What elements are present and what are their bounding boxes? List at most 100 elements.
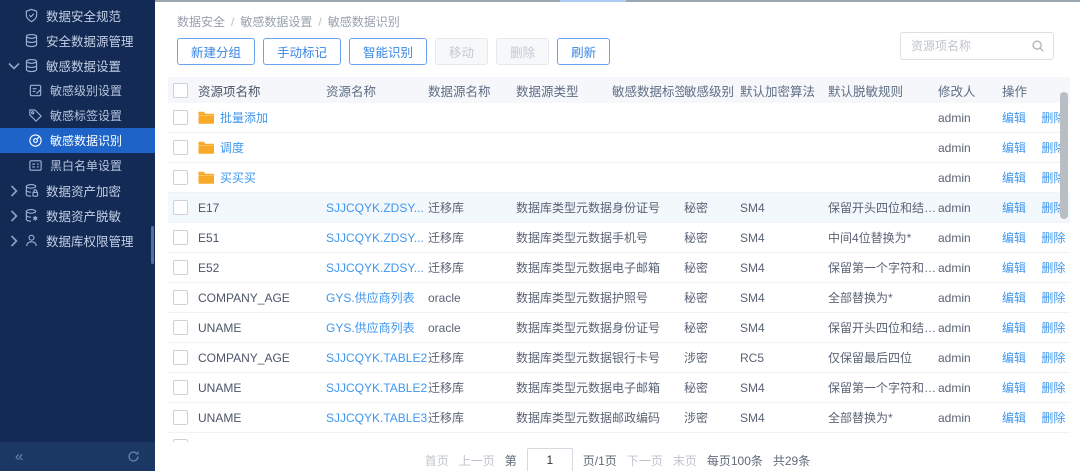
sidebar-item-data-asset-encrypt[interactable]: 数据资产加密 (0, 178, 155, 203)
row-checkbox[interactable] (173, 290, 188, 305)
sidebar-item-sensitive-level-settings[interactable]: 敏感级别设置 (0, 78, 155, 103)
sidebar-item-sensitive-tag-settings[interactable]: 敏感标签设置 (0, 103, 155, 128)
resource-item-name-cell: E51 (198, 231, 326, 245)
row-checkbox[interactable] (173, 350, 188, 365)
edit-link[interactable]: 编辑 (1002, 231, 1026, 245)
sidebar-nav: 数据安全规范 安全数据源管理 敏感数据设置 敏感级别设置 敏感标签设置 (0, 0, 155, 253)
row-checkbox[interactable] (173, 320, 188, 335)
delete-link[interactable]: 删除 (1041, 351, 1065, 365)
table-row: E51 SJJCQYK.ZDSY... 迁移库 数据库类型元数据 手机号 秘密 … (168, 223, 1070, 253)
resource-item-name-cell: UNAME (198, 321, 326, 335)
row-checkbox[interactable] (173, 110, 188, 125)
edit-link[interactable]: 编辑 (1002, 381, 1026, 395)
edit-link[interactable]: 编辑 (1002, 291, 1026, 305)
edit-link[interactable]: 编辑 (1002, 201, 1026, 215)
folder-link[interactable]: 调度 (220, 139, 244, 156)
row-checkbox[interactable] (173, 140, 188, 155)
resource-name-link[interactable]: GYS.供应商列表 (326, 319, 428, 336)
sidebar-item-label: 数据资产加密 (46, 181, 121, 200)
sidebar-item-db-permission-mgmt[interactable]: 数据库权限管理 (0, 228, 155, 253)
breadcrumb-separator: / (318, 15, 321, 29)
edit-link[interactable]: 编辑 (1002, 411, 1026, 425)
sidebar-item-label: 数据资产脱敏 (46, 206, 121, 225)
table-body: 批量添加 admin 编辑 删除 调度 admin (168, 103, 1070, 433)
collapse-sidebar-button[interactable]: « (15, 449, 23, 464)
resource-name-link[interactable]: SJJCQYK.ZDSY... (326, 261, 428, 275)
page-number-input[interactable] (527, 448, 573, 471)
resource-item-name: E17 (198, 201, 219, 215)
resource-name-link[interactable]: GYS.供应商列表 (326, 289, 428, 306)
prev-page-link[interactable]: 上一页 (459, 452, 495, 469)
sidebar-item-data-security-spec[interactable]: 数据安全规范 (0, 3, 155, 28)
manual-mark-button[interactable]: 手动标记 (263, 38, 341, 65)
column-header: 资源名称 (326, 81, 428, 100)
table-row: UNAME SJJCQYK.TABLE3 迁移库 数据库类型元数据 邮政编码 涉… (168, 403, 1070, 433)
sidebar-item-secure-datasource-mgmt[interactable]: 安全数据源管理 (0, 28, 155, 53)
search-icon[interactable] (1031, 39, 1045, 53)
last-page-link[interactable]: 末页 (673, 452, 697, 469)
refresh-sidebar-icon[interactable] (127, 450, 140, 463)
row-checkbox[interactable] (173, 230, 188, 245)
mask-rule: 保留第一个字符和域名 (828, 379, 938, 396)
sensitive-level: 秘密 (684, 319, 740, 336)
modifier: admin (938, 171, 1002, 185)
edit-link[interactable]: 编辑 (1002, 171, 1026, 185)
row-checkbox[interactable] (173, 410, 188, 425)
delete-link[interactable]: 删除 (1041, 381, 1065, 395)
first-page-link[interactable]: 首页 (425, 452, 449, 469)
edit-link[interactable]: 编辑 (1002, 351, 1026, 365)
edit-link[interactable]: 编辑 (1002, 261, 1026, 275)
resource-name-link[interactable]: SJJCQYK.TABLE2 (326, 381, 428, 395)
row-checkbox-cell (168, 380, 198, 395)
table-row-clipped (168, 433, 1070, 442)
row-checkbox[interactable] (173, 439, 188, 442)
refresh-button[interactable]: 刷新 (557, 38, 610, 65)
row-checkbox[interactable] (173, 170, 188, 185)
column-header: 默认加密算法 (740, 81, 828, 100)
sidebar-item-blackwhite-list-settings[interactable]: 黑白名单设置 (0, 153, 155, 178)
resource-name-link[interactable]: SJJCQYK.ZDSY... (326, 201, 428, 215)
row-actions: 编辑 删除 (1002, 349, 1070, 366)
edit-link[interactable]: 编辑 (1002, 141, 1026, 155)
new-group-button[interactable]: 新建分组 (177, 38, 255, 65)
search-input[interactable] (901, 39, 1031, 53)
delete-link[interactable]: 删除 (1041, 261, 1065, 275)
breadcrumb-item[interactable]: 数据安全 (177, 15, 225, 29)
delete-link[interactable]: 删除 (1041, 231, 1065, 245)
select-all-checkbox[interactable] (173, 83, 188, 98)
delete-link[interactable]: 删除 (1041, 411, 1065, 425)
move-button[interactable]: 移动 (435, 38, 488, 65)
sidebar-item-sensitive-data-identify[interactable]: 敏感数据识别 (0, 128, 155, 153)
sidebar-item-data-asset-mask[interactable]: 数据资产脱敏 (0, 203, 155, 228)
level-settings-icon (28, 83, 43, 98)
row-actions: 编辑 删除 (1002, 409, 1070, 426)
resource-name-link[interactable]: SJJCQYK.TABLE3 (326, 411, 428, 425)
edit-link[interactable]: 编辑 (1002, 321, 1026, 335)
folder-link[interactable]: 批量添加 (220, 109, 268, 126)
smart-identify-button[interactable]: 智能识别 (349, 38, 427, 65)
folder-link[interactable]: 买买买 (220, 169, 256, 186)
mask-rule: 保留第一个字符和域名 (828, 259, 938, 276)
next-page-link[interactable]: 下一页 (627, 452, 663, 469)
table-scrollbar[interactable] (1060, 92, 1068, 219)
row-actions: 编辑 删除 (1002, 379, 1070, 396)
delete-button[interactable]: 删除 (496, 38, 549, 65)
delete-link[interactable]: 删除 (1041, 321, 1065, 335)
modifier: admin (938, 141, 1002, 155)
row-checkbox[interactable] (173, 380, 188, 395)
row-checkbox[interactable] (173, 200, 188, 215)
sidebar-footer: « (0, 442, 155, 471)
sidebar-item-sensitive-data-settings[interactable]: 敏感数据设置 (0, 53, 155, 78)
breadcrumb-item[interactable]: 敏感数据设置 (240, 15, 312, 29)
datasource-name: oracle (428, 291, 516, 305)
row-checkbox[interactable] (173, 260, 188, 275)
delete-link[interactable]: 删除 (1041, 291, 1065, 305)
sidebar-item-label: 敏感数据设置 (46, 56, 121, 75)
resource-item-name-cell: 买买买 (198, 169, 326, 186)
sidebar-scrollbar[interactable] (151, 226, 154, 264)
resource-name-link[interactable]: SJJCQYK.ZDSY... (326, 231, 428, 245)
resource-name-link[interactable]: SJJCQYK.TABLE2 (326, 351, 428, 365)
edit-link[interactable]: 编辑 (1002, 111, 1026, 125)
column-header: 敏感级别 (684, 81, 740, 100)
sensitive-level: 秘密 (684, 199, 740, 216)
